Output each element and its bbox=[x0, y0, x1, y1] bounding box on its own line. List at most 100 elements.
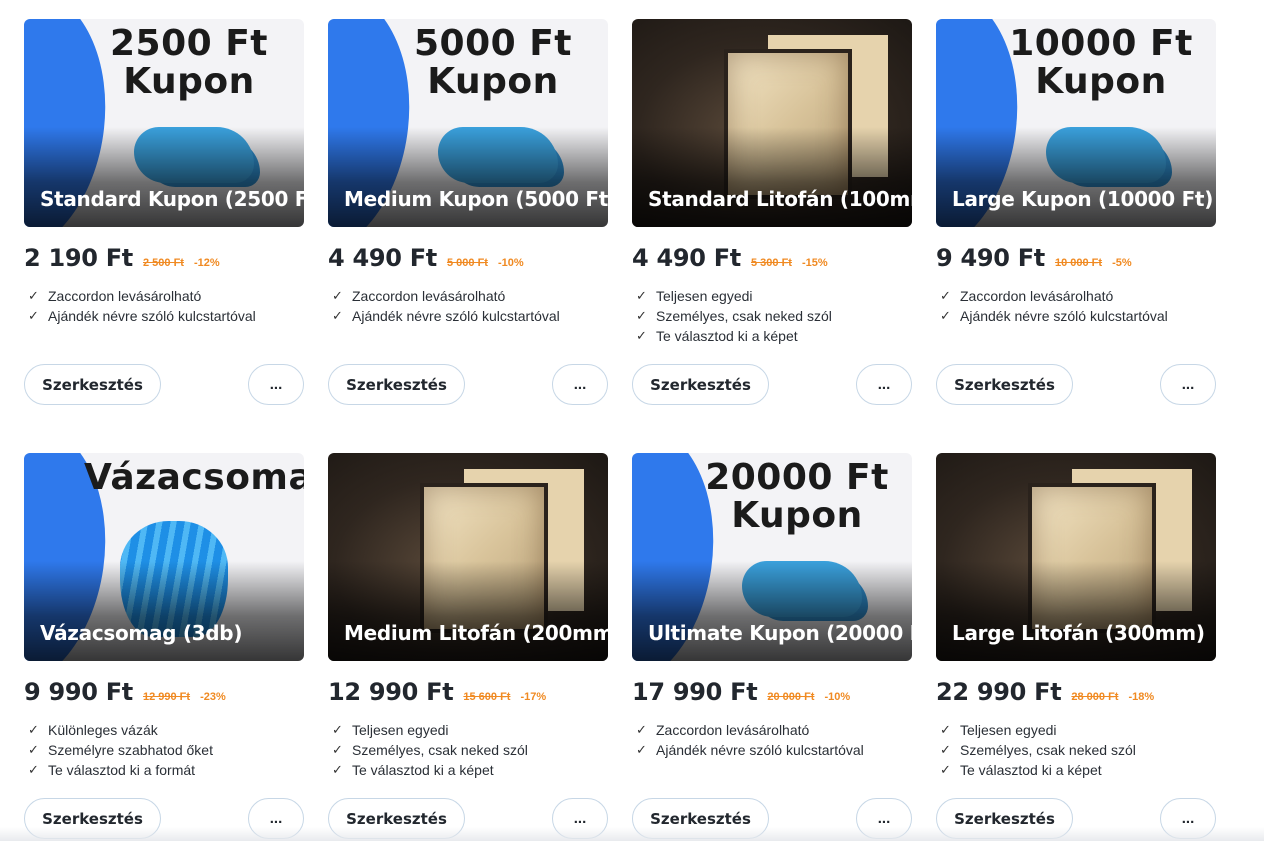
feature-text: Zaccordon levásárolható bbox=[48, 288, 202, 304]
edit-button[interactable]: Szerkesztés bbox=[936, 364, 1073, 405]
feature-item: ✓ Ajándék névre szóló kulcstartóval bbox=[328, 306, 608, 326]
feature-item: ✓ Zaccordon levásárolható bbox=[328, 286, 608, 306]
feature-item: ✓ Személyes, csak neked szól bbox=[328, 740, 608, 760]
discount-badge: -23% bbox=[200, 691, 226, 703]
image-shade bbox=[632, 127, 912, 227]
feature-list: ✓ Teljesen egyedi ✓ Személyes, csak neked … bbox=[328, 720, 608, 786]
product-card: 10000 Ft Kupon Large Kupon (10000 Ft) 9 … bbox=[936, 19, 1216, 427]
image-shade bbox=[328, 127, 608, 227]
more-options-button[interactable]: ... bbox=[248, 364, 304, 405]
feature-text: Zaccordon levásárolható bbox=[352, 288, 506, 304]
check-icon: ✓ bbox=[332, 288, 343, 303]
image-shade bbox=[24, 561, 304, 661]
current-price: 2 190 Ft bbox=[24, 244, 133, 272]
check-icon: ✓ bbox=[28, 288, 39, 303]
feature-item: ✓ Zaccordon levásárolható bbox=[632, 720, 912, 740]
product-card: Medium Litofán (200mm) 12 990 Ft 15 600 … bbox=[328, 453, 608, 841]
more-options-button[interactable]: ... bbox=[856, 364, 912, 405]
discount-badge: -10% bbox=[824, 691, 851, 703]
product-image[interactable]: Standard Litofán (100mm) bbox=[632, 19, 912, 227]
discount-badge: -10% bbox=[497, 257, 524, 269]
check-icon: ✓ bbox=[332, 762, 343, 777]
product-image[interactable]: 10000 Ft Kupon Large Kupon (10000 Ft) bbox=[936, 19, 1216, 227]
price-row: 9 990 Ft 12 990 Ft -23% bbox=[24, 678, 304, 708]
coupon-art-text: 20000 Ft Kupon bbox=[705, 457, 889, 536]
edit-button[interactable]: Szerkesztés bbox=[328, 364, 465, 405]
feature-list: ✓ Teljesen egyedi ✓ Személyes, csak neked … bbox=[632, 286, 912, 352]
feature-item: ✓ Te választod ki a képet bbox=[328, 760, 608, 780]
product-image[interactable]: Vázacsomag Vázacsomag (3db) bbox=[24, 453, 304, 661]
product-image[interactable]: 5000 Ft Kupon Medium Kupon (5000 Ft) bbox=[328, 19, 608, 227]
old-price: 5 300 Ft bbox=[750, 257, 792, 269]
feature-list: ✓ Zaccordon levásárolható ✓ Ajándék névre … bbox=[936, 286, 1216, 352]
image-shade bbox=[936, 127, 1216, 227]
feature-item: ✓ Ajándék névre szóló kulcstartóval bbox=[632, 740, 912, 760]
product-title[interactable]: Medium Kupon (5000 Ft) bbox=[344, 187, 608, 211]
image-shade bbox=[24, 127, 304, 227]
feature-text: Ajándék névre szóló kulcstartóval bbox=[656, 742, 864, 758]
scroll-fade bbox=[0, 827, 1264, 841]
feature-item: ✓ Zaccordon levásárolható bbox=[936, 286, 1216, 306]
product-image[interactable]: 20000 Ft Kupon Ultimate Kupon (20000 Ft) bbox=[632, 453, 912, 661]
feature-list: ✓ Zaccordon levásárolható ✓ Ajándék névre … bbox=[24, 286, 304, 352]
old-price: 2 500 Ft bbox=[142, 257, 184, 269]
feature-text: Teljesen egyedi bbox=[352, 722, 449, 738]
discount-badge: -18% bbox=[1128, 691, 1155, 703]
vase-art-text: Vázacsomag bbox=[84, 457, 304, 498]
feature-text: Te választod ki a képet bbox=[960, 762, 1102, 778]
check-icon: ✓ bbox=[332, 308, 343, 323]
product-title[interactable]: Medium Litofán (200mm) bbox=[344, 621, 608, 645]
product-title[interactable]: Standard Litofán (100mm) bbox=[648, 187, 912, 211]
feature-text: Személyes, csak neked szól bbox=[656, 308, 832, 324]
check-icon: ✓ bbox=[636, 742, 647, 757]
check-icon: ✓ bbox=[636, 328, 647, 343]
product-title[interactable]: Large Kupon (10000 Ft) bbox=[952, 187, 1213, 211]
feature-text: Zaccordon levásárolható bbox=[960, 288, 1114, 304]
old-price: 12 990 Ft bbox=[142, 691, 191, 703]
price-row: 2 190 Ft 2 500 Ft -12% bbox=[24, 244, 304, 274]
product-title[interactable]: Ultimate Kupon (20000 Ft) bbox=[648, 621, 912, 645]
product-title[interactable]: Vázacsomag (3db) bbox=[40, 621, 300, 645]
check-icon: ✓ bbox=[940, 722, 951, 737]
check-icon: ✓ bbox=[636, 722, 647, 737]
product-title[interactable]: Standard Kupon (2500 Ft) bbox=[40, 187, 304, 211]
feature-item: ✓ Te választod ki a képet bbox=[632, 326, 912, 346]
check-icon: ✓ bbox=[28, 762, 39, 777]
product-title[interactable]: Large Litofán (300mm) bbox=[952, 621, 1212, 645]
feature-item: ✓ Személyre szabhatod őket bbox=[24, 740, 304, 760]
product-image[interactable]: Large Litofán (300mm) bbox=[936, 453, 1216, 661]
discount-badge: -5% bbox=[1112, 257, 1132, 269]
feature-item: ✓ Személyes, csak neked szól bbox=[936, 740, 1216, 760]
feature-text: Teljesen egyedi bbox=[656, 288, 753, 304]
feature-text: Ajándék névre szóló kulcstartóval bbox=[352, 308, 560, 324]
edit-button[interactable]: Szerkesztés bbox=[632, 364, 769, 405]
feature-text: Te választod ki a képet bbox=[352, 762, 494, 778]
discount-badge: -12% bbox=[193, 257, 220, 269]
check-icon: ✓ bbox=[940, 742, 951, 757]
product-card: Vázacsomag Vázacsomag (3db) 9 990 Ft 12 … bbox=[24, 453, 304, 841]
feature-text: Zaccordon levásárolható bbox=[656, 722, 810, 738]
more-options-button[interactable]: ... bbox=[552, 364, 608, 405]
price-row: 22 990 Ft 28 000 Ft -18% bbox=[936, 678, 1216, 708]
feature-text: Ajándék névre szóló kulcstartóval bbox=[960, 308, 1168, 324]
check-icon: ✓ bbox=[28, 722, 39, 737]
feature-item: ✓ Te választod ki a képet bbox=[936, 760, 1216, 780]
product-image[interactable]: 2500 Ft Kupon Standard Kupon (2500 Ft) bbox=[24, 19, 304, 227]
price-row: 12 990 Ft 15 600 Ft -17% bbox=[328, 678, 608, 708]
feature-item: ✓ Személyes, csak neked szól bbox=[632, 306, 912, 326]
edit-button[interactable]: Szerkesztés bbox=[24, 364, 161, 405]
feature-text: Ajándék névre szóló kulcstartóval bbox=[48, 308, 256, 324]
current-price: 22 990 Ft bbox=[936, 678, 1062, 706]
current-price: 12 990 Ft bbox=[328, 678, 454, 706]
feature-text: Személyes, csak neked szól bbox=[352, 742, 528, 758]
old-price: 20 000 Ft bbox=[767, 691, 815, 703]
coupon-art-text: 2500 Ft Kupon bbox=[109, 23, 269, 102]
more-options-button[interactable]: ... bbox=[1160, 364, 1216, 405]
product-card: 5000 Ft Kupon Medium Kupon (5000 Ft) 4 4… bbox=[328, 19, 608, 427]
feature-text: Különleges vázák bbox=[48, 722, 158, 738]
product-card: 20000 Ft Kupon Ultimate Kupon (20000 Ft)… bbox=[632, 453, 912, 841]
feature-item: ✓ Ajándék névre szóló kulcstartóval bbox=[936, 306, 1216, 326]
product-image[interactable]: Medium Litofán (200mm) bbox=[328, 453, 608, 661]
feature-item: ✓ Teljesen egyedi bbox=[328, 720, 608, 740]
card-actions: Szerkesztés ... bbox=[632, 364, 912, 405]
